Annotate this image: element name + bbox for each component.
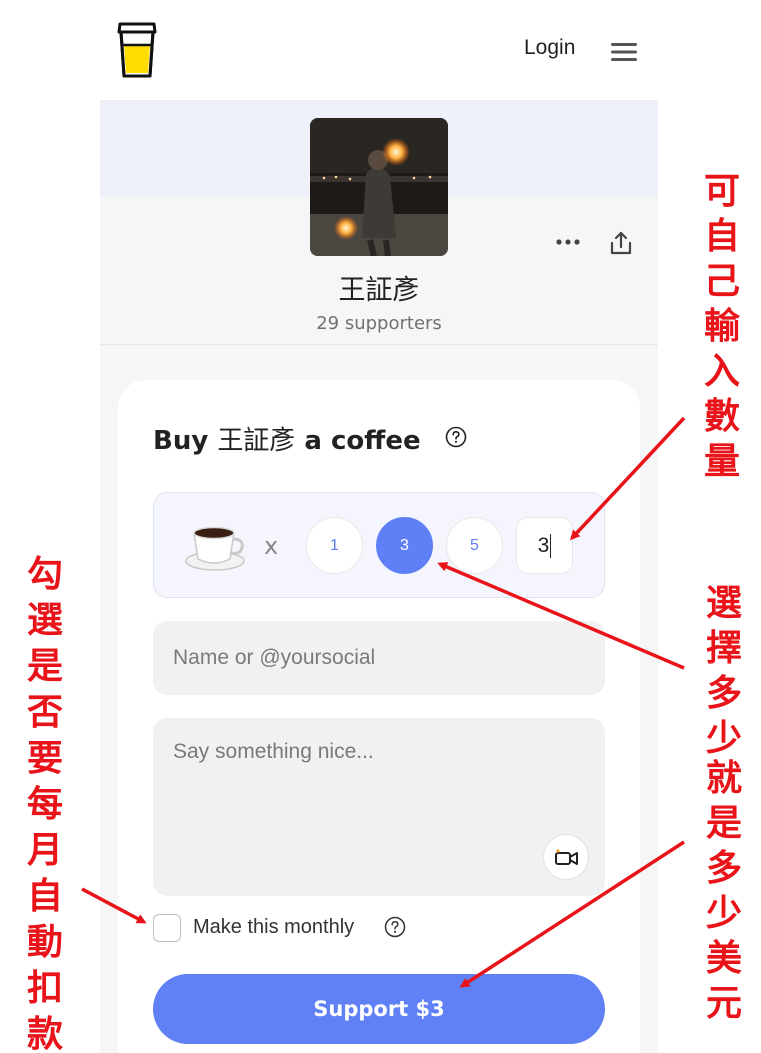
coffee-cup-logo-icon[interactable] [114, 18, 160, 80]
card-title: Buy 王証彥 a coffee [153, 420, 421, 457]
message-textarea[interactable]: Say something nice... [153, 718, 605, 896]
video-camera-icon [555, 849, 578, 865]
login-link[interactable]: Login [524, 36, 575, 60]
support-button[interactable]: Support $3 [153, 974, 605, 1044]
custom-quantity-value: 3 [537, 534, 550, 557]
monthly-checkbox[interactable] [153, 914, 181, 942]
message-placeholder: Say something nice... [173, 740, 374, 763]
quantity-picker: x 1 3 5 3 [153, 492, 605, 598]
hamburger-menu-icon[interactable] [611, 41, 637, 63]
support-card: Buy 王証彥 a coffee x 1 3 5 3 Name or @your… [118, 380, 640, 1053]
supporters-count: 29 supporters [316, 313, 442, 334]
annotation-custom-input: 可自己輸入數量 [703, 171, 740, 482]
help-icon[interactable] [445, 426, 467, 448]
annotation-select-amount: 選擇多少 [705, 583, 742, 759]
quantity-option-5[interactable]: 5 [446, 517, 503, 574]
more-options-icon[interactable] [555, 233, 581, 251]
top-navigation-bar: Login [100, 0, 658, 101]
annotation-equals-dollars: 就是多少美元 [705, 758, 742, 1024]
card-title-name: 王証彥 [217, 426, 296, 456]
text-cursor [550, 534, 552, 559]
quantity-option-3-selected[interactable]: 3 [376, 517, 433, 574]
quantity-option-1[interactable]: 1 [306, 517, 363, 574]
creator-name: 王証彥 [338, 275, 420, 306]
custom-quantity-input[interactable]: 3 [516, 517, 573, 574]
share-icon[interactable] [609, 230, 633, 256]
video-message-button[interactable] [543, 834, 589, 880]
page: Login 王証彥 29 supporters Buy 王証彥 a coffee… [0, 0, 761, 1053]
monthly-help-icon[interactable] [384, 916, 406, 938]
multiplier-symbol: x [264, 532, 279, 560]
avatar [310, 118, 448, 256]
name-input[interactable]: Name or @yoursocial [153, 621, 605, 695]
avatar-photo [310, 118, 448, 256]
card-title-prefix: Buy [153, 426, 218, 456]
card-title-suffix: a coffee [295, 426, 421, 456]
coffee-cup-icon [185, 526, 245, 571]
annotation-monthly-option: 勾選是否要每月自動扣款 [26, 554, 63, 1053]
mobile-screen: Login 王証彥 29 supporters Buy 王証彥 a coffee… [100, 0, 658, 1053]
monthly-label[interactable]: Make this monthly [193, 916, 354, 939]
